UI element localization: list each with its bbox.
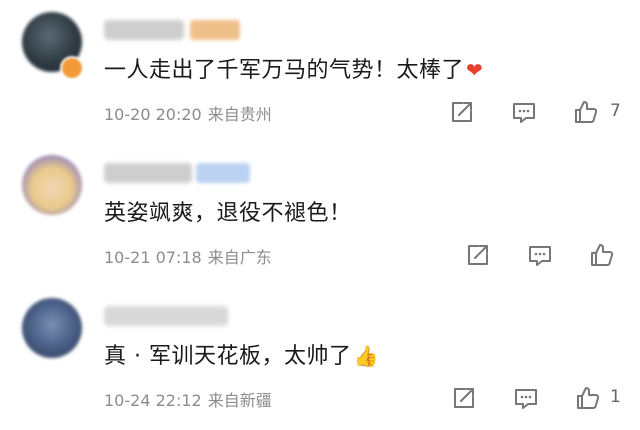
thumbs-up-icon [577, 387, 600, 409]
share-button[interactable] [450, 384, 478, 412]
share-icon [468, 245, 488, 265]
comment-item: 英姿飒爽，退役不褪色！ 10-21 07:18 来自广东 [0, 143, 640, 286]
comment-location: 来自新疆 [207, 391, 272, 410]
verified-badge-icon [60, 56, 84, 80]
like-button[interactable] [572, 98, 600, 126]
username-blurred[interactable] [104, 163, 192, 183]
comment-time: 10-24 22:12 [104, 391, 202, 410]
share-button[interactable] [464, 241, 492, 269]
user-level-badge [196, 163, 250, 183]
comment-location: 来自广东 [207, 248, 272, 267]
reply-button[interactable] [526, 241, 554, 269]
avatar[interactable] [22, 155, 82, 215]
comment-time: 10-20 20:20 [104, 105, 202, 124]
username-blurred[interactable] [104, 306, 228, 326]
comment-time: 10-21 07:18 [104, 248, 202, 267]
reply-button[interactable] [510, 98, 538, 126]
comment-item: 真 · 军训天花板，太帅了 👍 10-24 22:12 来自新疆 1 [0, 286, 640, 429]
reply-button[interactable] [512, 384, 540, 412]
comment-text: 一人走出了千军万马的气势！太棒了 ❤ [104, 52, 483, 84]
comment-item: 一人走出了千军万马的气势！太棒了 ❤ 10-20 20:20 来自贵州 7 [0, 0, 640, 143]
comment-text-content: 一人走出了千军万马的气势！太棒了 [104, 58, 465, 83]
like-button[interactable] [588, 241, 616, 269]
like-count: 1 [610, 387, 621, 407]
thumbs-up-icon [575, 101, 598, 123]
comment-icon [513, 103, 535, 123]
comment-text: 真 · 军训天花板，太帅了 👍 [104, 338, 379, 370]
comment-icon [515, 389, 537, 409]
user-level-badge [190, 20, 240, 40]
share-icon [454, 388, 474, 408]
comment-meta: 10-21 07:18 来自广东 [104, 244, 272, 268]
username-blurred[interactable] [104, 20, 184, 40]
heart-icon: ❤ [466, 58, 484, 82]
comment-icon [529, 246, 551, 266]
thumbs-up-icon [591, 244, 614, 266]
comment-text-content: 英姿飒爽，退役不褪色！ [104, 201, 352, 226]
comment-location: 来自贵州 [207, 105, 272, 124]
avatar[interactable] [22, 298, 82, 358]
like-count: 7 [610, 101, 621, 121]
comment-meta: 10-20 20:20 来自贵州 [104, 101, 272, 125]
comment-meta: 10-24 22:12 来自新疆 [104, 387, 272, 411]
like-button[interactable] [574, 384, 602, 412]
thumbs-up-emoji-icon: 👍 [353, 344, 379, 368]
share-icon [452, 102, 472, 122]
comment-text: 英姿飒爽，退役不褪色！ [104, 195, 352, 227]
share-button[interactable] [448, 98, 476, 126]
comment-text-content: 真 · 军训天花板，太帅了 [104, 344, 352, 369]
